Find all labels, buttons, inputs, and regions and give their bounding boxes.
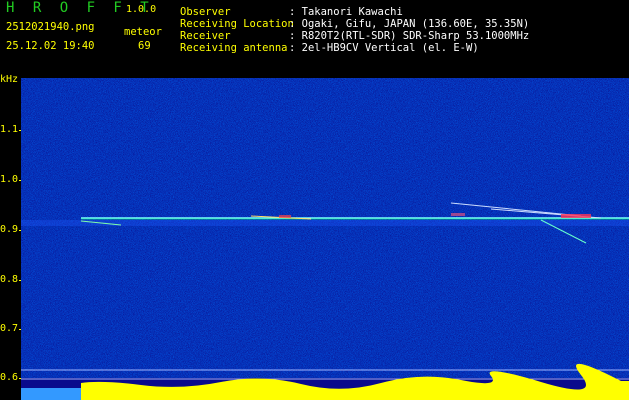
spectrogram-svg — [21, 78, 629, 400]
location-label: Receiving Location — [180, 18, 294, 30]
meteor-label: meteor — [124, 26, 162, 38]
observer-value: : Takanori Kawachi — [289, 6, 403, 18]
observer-label: Observer — [180, 6, 231, 18]
spectrogram — [21, 78, 629, 400]
meteor-count: 69 — [138, 40, 151, 52]
y-tick-1.1: 1.1 — [0, 124, 19, 135]
location-value: : Ogaki, Gifu, JAPAN (136.60E, 35.35N) — [289, 18, 530, 30]
app-version: 1.0.0 — [126, 4, 157, 15]
antenna-value: : 2el-HB9CV Vertical (el. E-W) — [289, 42, 479, 54]
y-tick-0.8: 0.8 — [0, 274, 19, 285]
y-tick-0.9: 0.9 — [0, 224, 19, 235]
file-datetime: 25.12.02 19:40 — [6, 40, 95, 52]
antenna-label: Receiving antenna — [180, 42, 288, 54]
y-axis-unit: kHz — [0, 74, 19, 85]
noise-layer — [21, 78, 629, 378]
band-glow — [21, 220, 629, 226]
file-name: 2512021940.png — [6, 21, 95, 33]
y-tick-0.7: 0.7 — [0, 323, 19, 334]
hot-spot-3 — [451, 213, 465, 216]
y-tick-1.0: 1.0 — [0, 174, 19, 185]
receiver-value: : R820T2(RTL-SDR) SDR-Sharp 53.1000MHz — [289, 30, 530, 42]
header: H R O F F T 1.0.0 2512021940.png 25.12.0… — [0, 0, 629, 75]
level-bar-left — [21, 388, 81, 400]
receiver-label: Receiver — [180, 30, 231, 42]
y-tick-0.6: 0.6 — [0, 372, 19, 383]
hot-spot-2 — [279, 215, 291, 218]
hot-spot-1 — [561, 214, 591, 218]
